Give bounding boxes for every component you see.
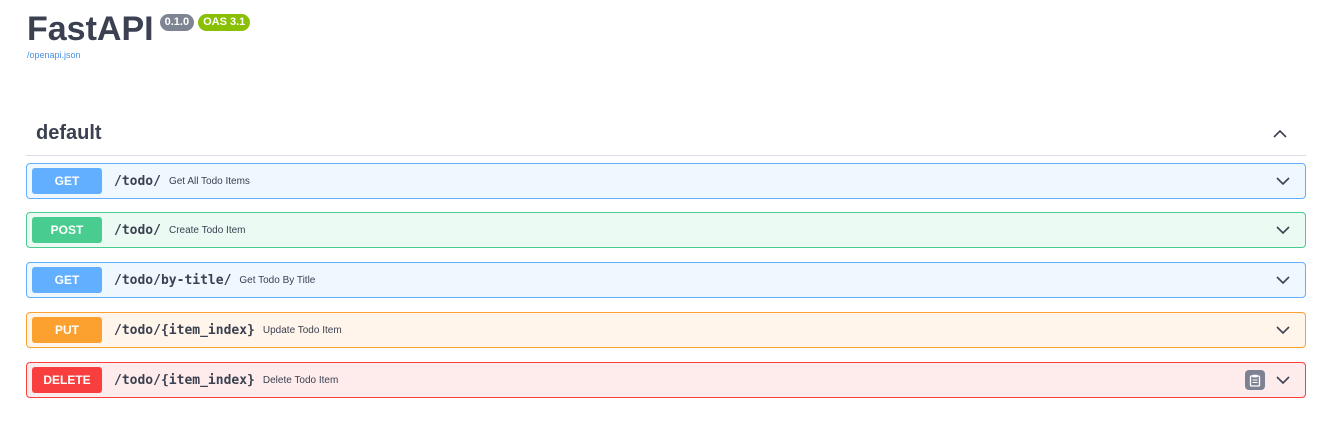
api-info: FastAPI 0.1.0 OAS 3.1 /openapi.json — [27, 6, 251, 60]
chevron-down-icon[interactable] — [1273, 370, 1293, 390]
swagger-ui: FastAPI 0.1.0 OAS 3.1 /openapi.json defa… — [0, 0, 1321, 424]
operation-get-todo-by-title[interactable]: GET /todo/by-title/ Get Todo By Title — [26, 262, 1306, 298]
tag-title: default — [36, 122, 102, 144]
chevron-down-icon[interactable] — [1273, 171, 1293, 191]
method-badge: PUT — [32, 317, 102, 343]
chevron-down-icon[interactable] — [1273, 320, 1293, 340]
tag-section-default[interactable]: default — [26, 112, 1306, 156]
operation-put-todo-item[interactable]: PUT /todo/{item_index} Update Todo Item — [26, 312, 1306, 348]
oas-badge: OAS 3.1 — [198, 14, 251, 31]
operation-get-todo[interactable]: GET /todo/ Get All Todo Items — [26, 163, 1306, 199]
title-row: FastAPI 0.1.0 OAS 3.1 — [27, 6, 251, 52]
version-badge: 0.1.0 — [159, 14, 195, 31]
chevron-down-icon[interactable] — [1273, 220, 1293, 240]
operation-path: /todo/by-title/ — [114, 272, 232, 288]
operation-path: /todo/ — [114, 222, 161, 238]
chevron-up-icon[interactable] — [1270, 124, 1290, 144]
method-badge: POST — [32, 217, 102, 243]
operation-path: /todo/{item_index} — [114, 372, 255, 388]
operation-summary: Get All Todo Items — [168, 175, 250, 187]
operation-summary: Update Todo Item — [262, 324, 342, 336]
operation-delete-todo-item[interactable]: DELETE /todo/{item_index} Delete Todo It… — [26, 362, 1306, 398]
operation-summary: Get Todo By Title — [239, 274, 316, 286]
operation-post-todo[interactable]: POST /todo/ Create Todo Item — [26, 212, 1306, 248]
operation-path: /todo/ — [114, 173, 161, 189]
operation-summary: Create Todo Item — [168, 224, 246, 236]
method-badge: DELETE — [32, 367, 102, 393]
method-badge: GET — [32, 168, 102, 194]
api-title: FastAPI — [27, 10, 154, 48]
operation-path: /todo/{item_index} — [114, 322, 255, 338]
chevron-down-icon[interactable] — [1273, 270, 1293, 290]
method-badge: GET — [32, 267, 102, 293]
clipboard-icon[interactable] — [1245, 370, 1265, 390]
operation-summary: Delete Todo Item — [262, 374, 339, 386]
